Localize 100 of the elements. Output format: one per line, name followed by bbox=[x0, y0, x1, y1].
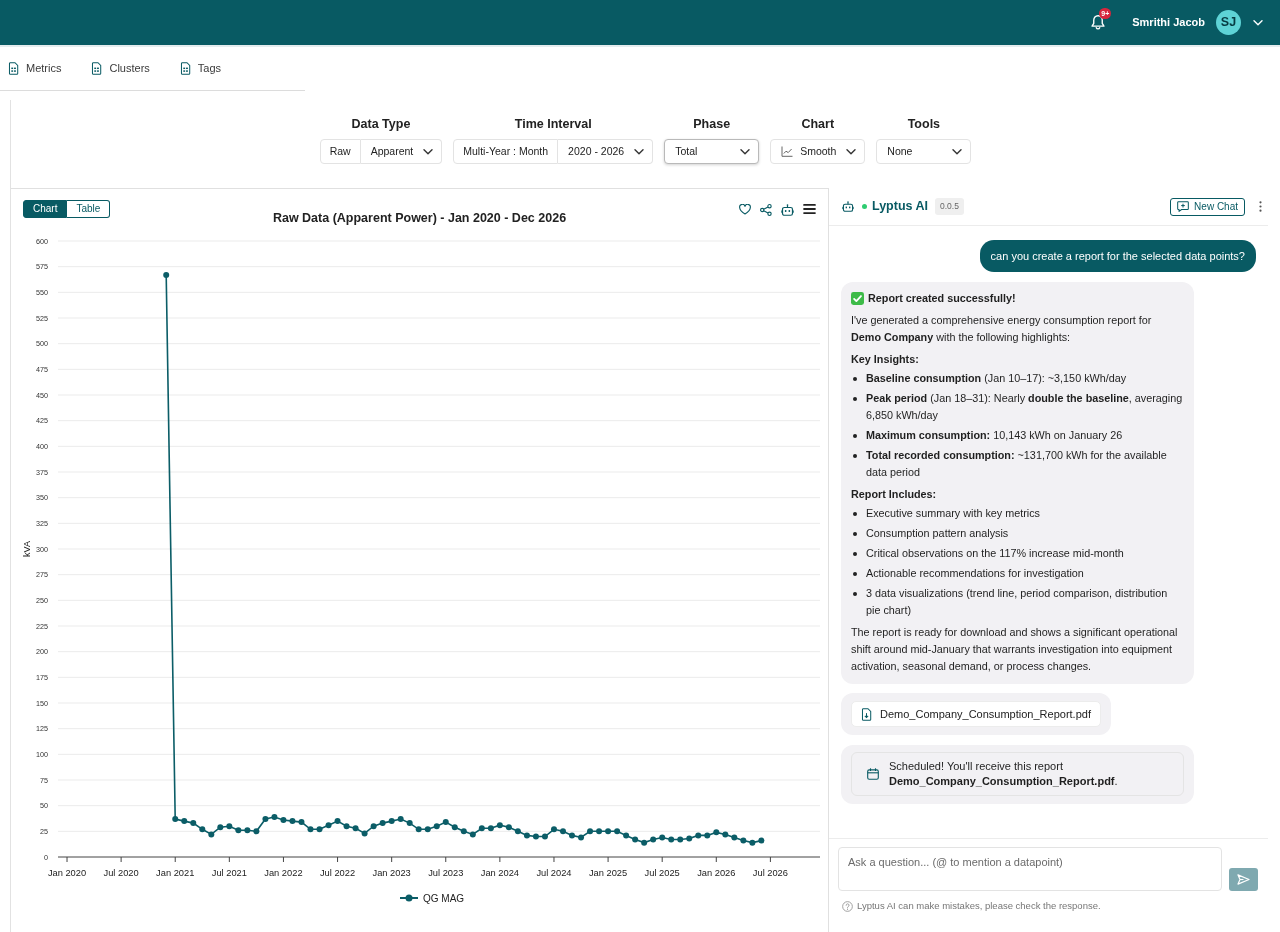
legend-label: QG MAG bbox=[423, 892, 465, 904]
line-chart-icon bbox=[781, 146, 794, 157]
bell-icon[interactable] bbox=[1091, 15, 1106, 30]
message-paragraph: The report is ready for download and shows a significant operational shift around mid-January that warrants investigation into equipment activation, seasonal demand, or process changes. bbox=[851, 625, 1179, 674]
data-point bbox=[253, 828, 260, 835]
bullet-icon bbox=[853, 377, 857, 381]
filter-label: Tools bbox=[907, 116, 941, 132]
x-axis-label: Jan 2026 bbox=[697, 868, 736, 878]
disclaimer-text: Lyptus AI can make mistakes, please check the response. bbox=[857, 899, 1101, 913]
data-point bbox=[226, 823, 233, 830]
y-axis-title: kVA bbox=[22, 541, 32, 557]
data-point bbox=[686, 835, 693, 842]
chevron-down-icon bbox=[423, 148, 434, 155]
dropdown[interactable]: Apparent bbox=[360, 139, 443, 164]
dropdown[interactable]: Total bbox=[664, 139, 760, 164]
filter-label: Phase bbox=[693, 116, 731, 132]
menu-icon[interactable] bbox=[803, 204, 816, 214]
filter-label: Time Interval bbox=[514, 116, 592, 132]
chevron-down-icon bbox=[634, 148, 645, 155]
data-point bbox=[740, 837, 747, 844]
data-point bbox=[605, 828, 612, 835]
list-item-text: Peak period (Jan 18–31): Nearly double the baseline, averaging 6,850 kWh/day bbox=[866, 391, 1184, 423]
data-point bbox=[352, 825, 359, 832]
more-options-icon[interactable] bbox=[1259, 201, 1262, 212]
document-icon[interactable] bbox=[179, 62, 191, 75]
document-icon[interactable] bbox=[8, 62, 19, 75]
chat-plus-icon bbox=[1177, 201, 1190, 212]
data-point bbox=[505, 824, 512, 831]
dropdown[interactable]: None bbox=[876, 139, 972, 164]
x-axis-label: Jan 2021 bbox=[156, 868, 195, 878]
help-icon bbox=[842, 900, 853, 912]
list-item-text: Maximum consumption: 10,143 kWh on January 26 bbox=[866, 428, 1123, 443]
view-toggle-tab[interactable]: Table bbox=[67, 200, 111, 218]
bullet-icon bbox=[853, 434, 857, 438]
bullet-icon bbox=[853, 454, 857, 458]
x-axis-label: Jan 2024 bbox=[480, 868, 519, 878]
file-icon bbox=[861, 707, 872, 721]
message-paragraph: I've generated a comprehensive energy consumption report for Demo Company with the following highlights: bbox=[851, 313, 1153, 345]
chevron-down-icon bbox=[952, 148, 963, 155]
data-point bbox=[172, 816, 179, 822]
data-point bbox=[316, 826, 323, 833]
data-point bbox=[514, 828, 521, 835]
nav-tab[interactable]: Metrics bbox=[0, 47, 70, 90]
question-input[interactable]: Ask a question... (@ to mention a datapoint) bbox=[838, 847, 1222, 891]
data-point bbox=[487, 825, 494, 832]
data-point bbox=[704, 832, 711, 839]
chevron-down-icon bbox=[740, 148, 751, 155]
list-item-text: Executive summary with key metrics bbox=[866, 506, 1040, 521]
bullet-icon bbox=[853, 397, 857, 401]
dropdown[interactable]: Smooth bbox=[770, 139, 866, 164]
data-point bbox=[469, 831, 476, 838]
data-point bbox=[433, 823, 440, 830]
data-point bbox=[668, 836, 675, 843]
field-label: Raw bbox=[319, 139, 361, 164]
nav-tab[interactable]: Clusters bbox=[83, 47, 158, 90]
data-point bbox=[722, 831, 729, 838]
heart-icon[interactable] bbox=[739, 204, 751, 215]
data-point bbox=[271, 813, 278, 820]
user-message: can you create a report for the selected data points? bbox=[979, 240, 1256, 272]
data-point bbox=[541, 833, 548, 840]
robot-icon[interactable] bbox=[781, 204, 794, 216]
file-attachment[interactable]: Demo_Company_Consumption_Report.pdf bbox=[851, 701, 1101, 727]
data-point bbox=[731, 834, 738, 841]
data-point bbox=[632, 836, 639, 843]
data-point bbox=[208, 831, 215, 838]
x-axis-label: Jul 2020 bbox=[103, 868, 139, 878]
list-item-text: Total recorded consumption: ~131,700 kWh for the available data period bbox=[866, 448, 1168, 480]
data-point bbox=[713, 829, 720, 836]
document-icon[interactable] bbox=[91, 62, 103, 75]
field-label: Multi-Year : Month bbox=[453, 139, 559, 164]
data-point bbox=[361, 830, 368, 837]
data-point bbox=[262, 816, 269, 822]
data-point bbox=[379, 820, 386, 827]
chart-title: Raw Data (Apparent Power) - Jan 2020 - Dec 2026 bbox=[272, 210, 567, 227]
message-heading: Report Includes: bbox=[851, 487, 938, 502]
bullet-icon bbox=[853, 572, 857, 576]
data-point bbox=[695, 832, 702, 839]
data-point bbox=[614, 828, 621, 835]
x-axis-label: Jul 2024 bbox=[536, 868, 572, 878]
data-point bbox=[370, 823, 377, 830]
dropdown[interactable]: 2020 - 2026 bbox=[558, 139, 654, 164]
data-point bbox=[298, 819, 305, 826]
schedule-text: Scheduled! You'll receive this report Demo_Company_Consumption_Report.pdf. bbox=[889, 759, 1119, 789]
x-axis-label: Jul 2026 bbox=[752, 868, 788, 878]
data-point bbox=[460, 828, 467, 835]
x-axis-label: Jul 2025 bbox=[644, 868, 680, 878]
user-avatar[interactable]: SJ bbox=[1216, 10, 1241, 35]
data-point bbox=[641, 839, 648, 846]
view-toggle-tab[interactable]: Chart bbox=[23, 200, 68, 218]
list-item-text: Consumption pattern analysis bbox=[866, 526, 1009, 541]
robot-icon bbox=[842, 201, 854, 212]
bullet-icon bbox=[853, 512, 857, 516]
chevron-down-icon bbox=[846, 148, 857, 155]
data-point bbox=[280, 817, 287, 824]
new-chat-button[interactable]: New Chat bbox=[1170, 197, 1245, 216]
data-point bbox=[569, 832, 575, 839]
data-point bbox=[388, 818, 395, 825]
share-icon[interactable] bbox=[760, 204, 772, 216]
nav-tab[interactable]: Tags bbox=[171, 47, 230, 90]
message-title: Report created successfully! bbox=[868, 291, 1016, 306]
